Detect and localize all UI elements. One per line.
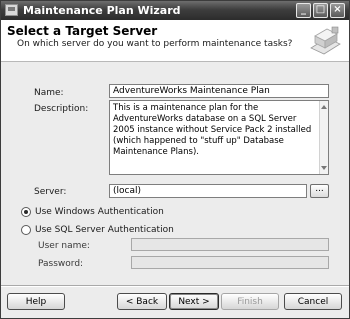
windows-auth-label[interactable]: Use Windows Authentication [35,207,164,217]
sql-auth-label[interactable]: Use SQL Server Authentication [35,225,174,235]
cancel-button[interactable]: Cancel [284,293,342,310]
description-value: This is a maintenance plan for the Adven… [113,103,312,157]
description-label: Description: [34,104,89,114]
finish-button[interactable]: Finish [221,293,279,310]
wizard-graphic-icon [310,26,341,55]
windows-auth-radio[interactable] [21,207,31,217]
back-button[interactable]: < Back [117,293,167,310]
name-label: Name: [34,88,64,98]
password-input[interactable] [131,256,329,269]
server-label: Server: [34,187,67,197]
description-textarea[interactable]: This is a maintenance plan for the Adven… [109,100,329,175]
maximize-button[interactable]: □ [313,3,328,18]
next-button[interactable]: Next > [169,293,219,310]
app-icon [5,4,18,16]
wizard-window: Maintenance Plan Wizard _ □ × Select a T… [0,0,350,319]
browse-server-button[interactable]: ... [310,184,329,198]
description-scrollbar[interactable] [319,101,328,174]
sql-auth-radio[interactable] [21,225,31,235]
footer-divider [1,285,349,287]
scroll-down-icon[interactable] [321,166,327,170]
window-title: Maintenance Plan Wizard [23,4,181,17]
page-title: Select a Target Server [7,24,158,38]
server-input[interactable]: (local) [109,184,307,198]
password-label: Password: [38,259,84,269]
name-value: AdventureWorks Maintenance Plan [113,86,270,96]
page-subtitle: On which server do you want to perform m… [17,39,293,49]
minimize-button[interactable]: _ [296,3,311,18]
title-bar[interactable]: Maintenance Plan Wizard _ □ × [1,1,349,20]
scroll-up-icon[interactable] [321,105,327,109]
server-value: (local) [113,186,141,196]
wizard-header: Select a Target Server On which server d… [1,20,349,62]
username-input[interactable] [131,238,329,251]
help-button[interactable]: Help [7,293,65,310]
name-input[interactable]: AdventureWorks Maintenance Plan [109,84,329,98]
close-button[interactable]: × [330,3,345,18]
username-label: User name: [38,241,90,251]
